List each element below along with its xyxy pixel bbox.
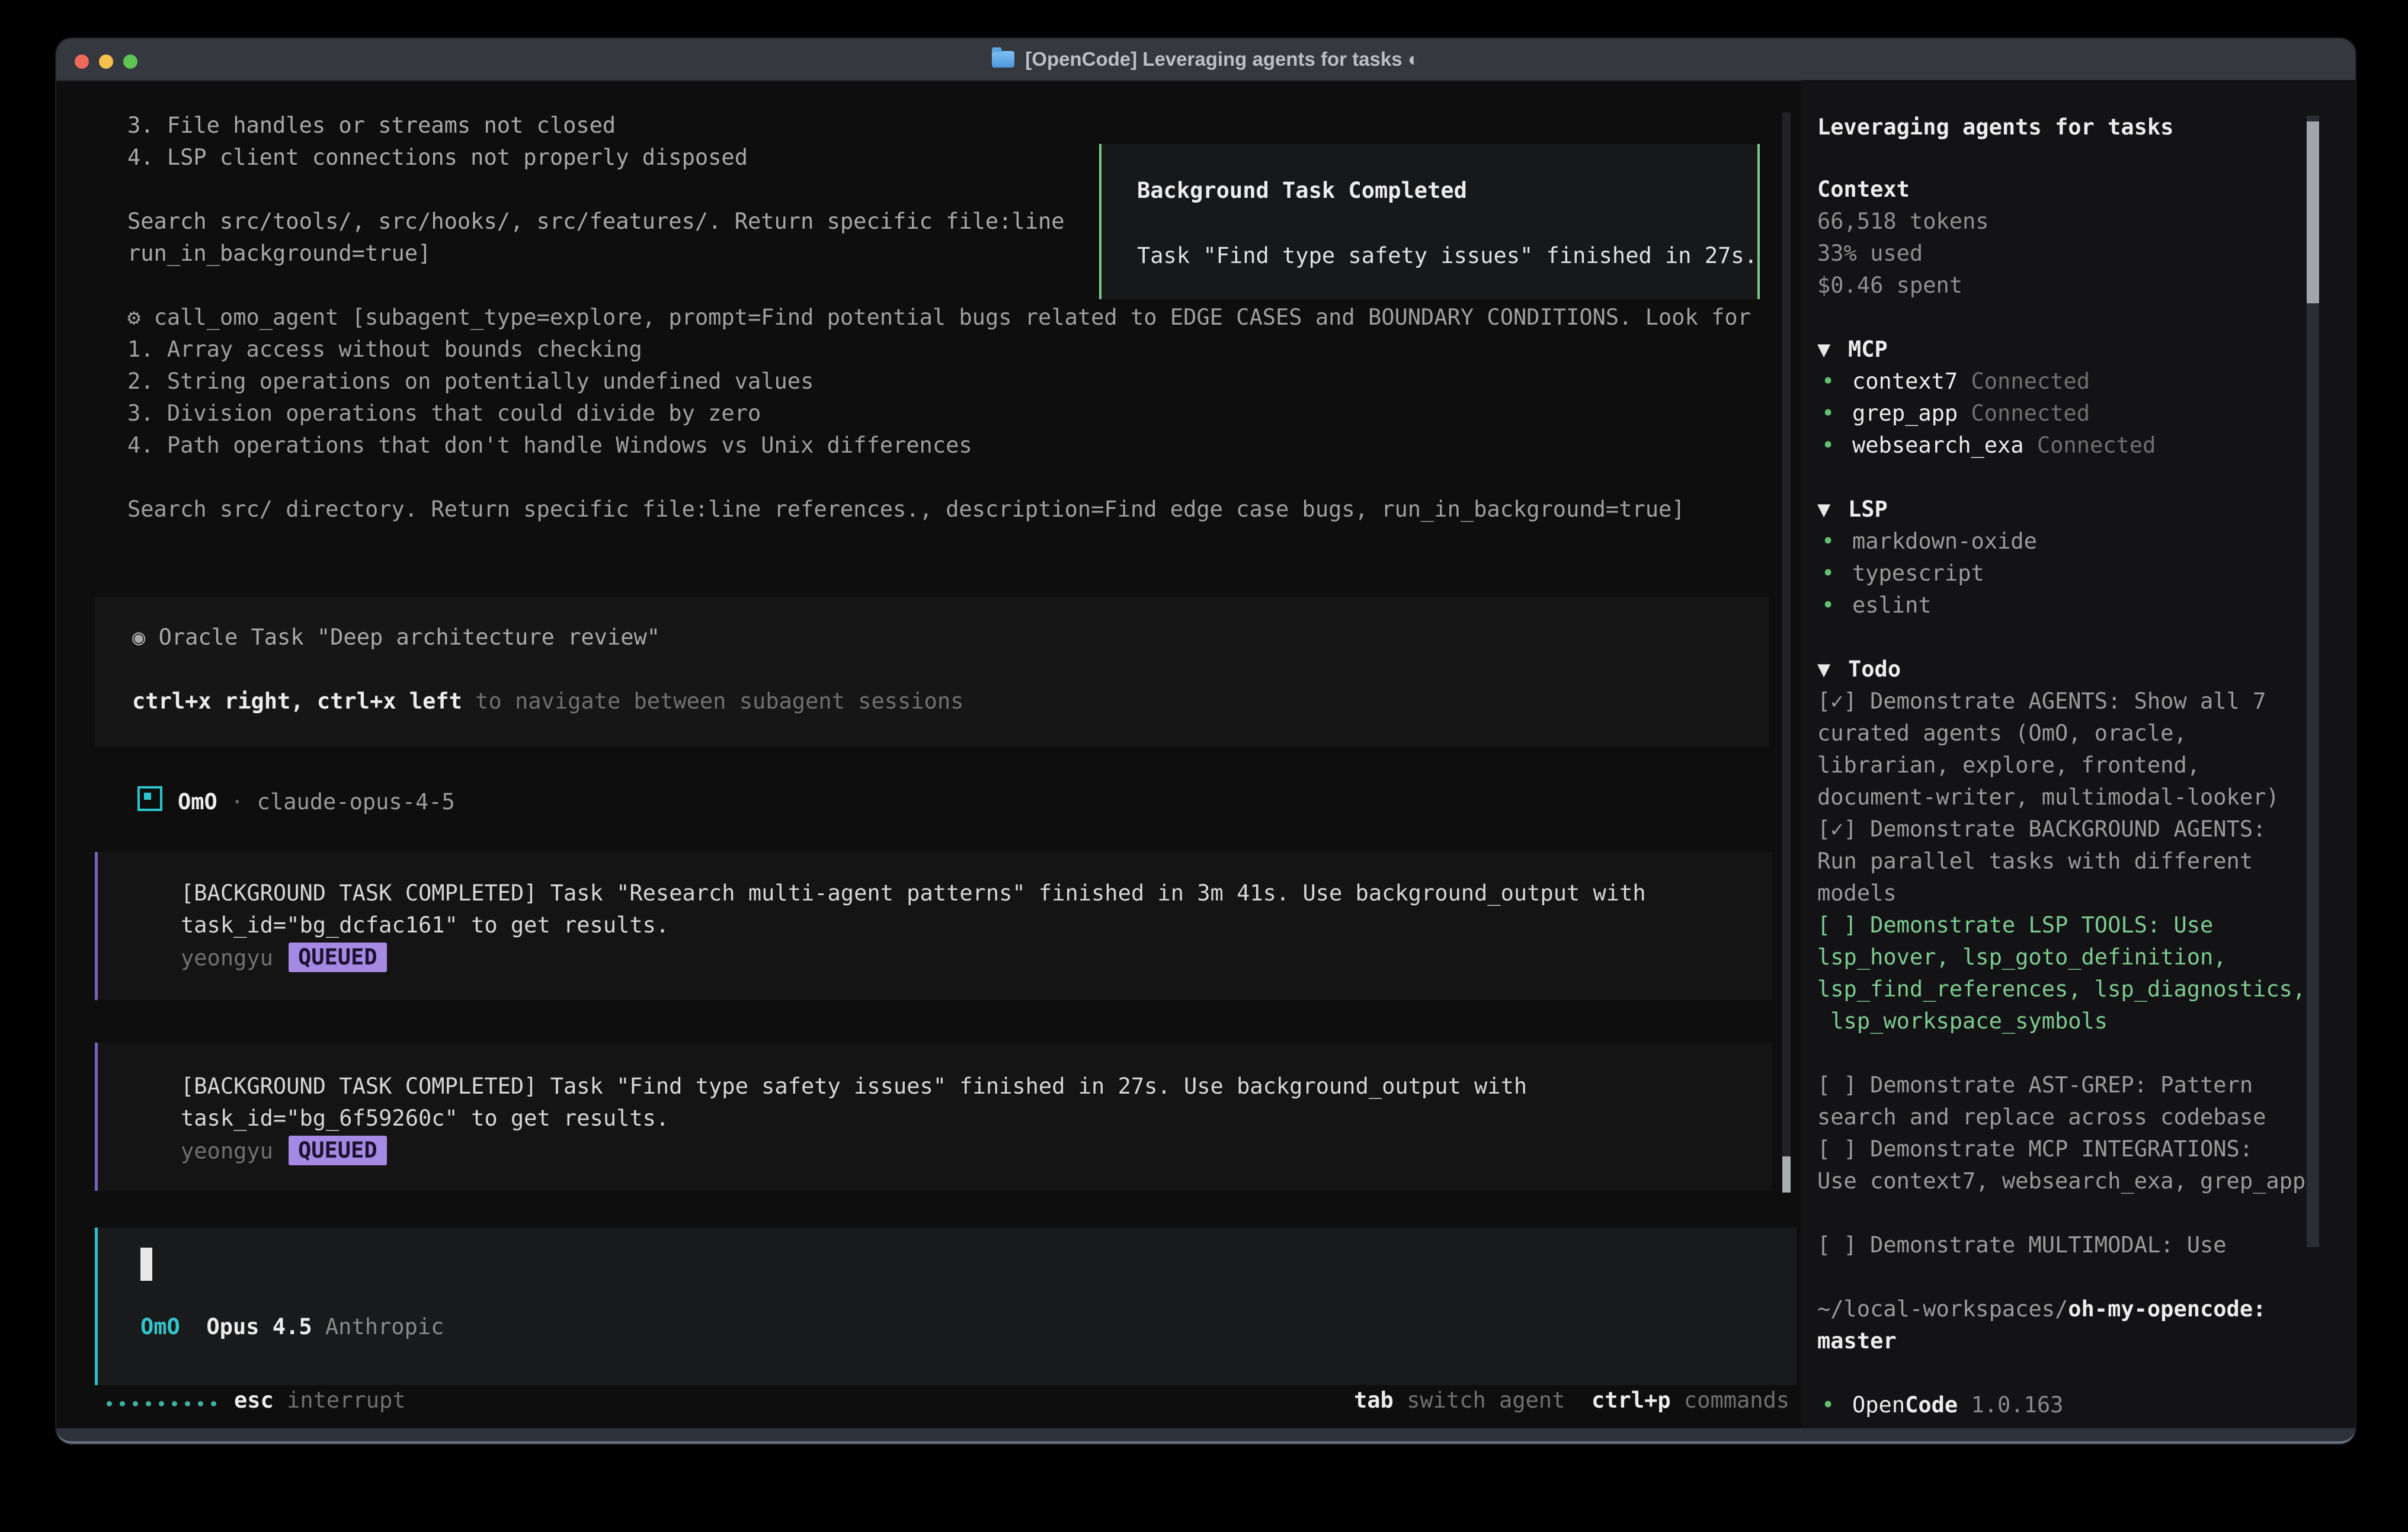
statusbar-left: esc interrupt — [234, 1387, 406, 1419]
background-task-notification: Background Task Completed Task "Find typ… — [1099, 144, 1760, 299]
task-message-line: task_id="bg_dcfac161" to get results. — [181, 912, 669, 944]
window-title-area: [OpenCode] Leveraging agents for tasks ◐ — [56, 39, 2355, 80]
task-meta-row: yeongyu QUEUED — [181, 1137, 387, 1169]
chevron-down-icon: ▼ — [1817, 496, 1848, 522]
todo-line-done: [✓] Demonstrate BACKGROUND AGENTS: — [1817, 816, 2266, 848]
mcp-section-header[interactable]: ▼MCP — [1817, 336, 1888, 368]
chat-scrollbar-track[interactable] — [1782, 113, 1791, 1193]
todo-line-done: Run parallel tasks with different — [1817, 848, 2253, 880]
workspace-path: ~/local-workspaces/oh-my-opencode: — [1817, 1296, 2266, 1328]
bullet-icon: • — [1821, 400, 1852, 426]
input-agent-name: OmO — [140, 1314, 180, 1339]
session-title: Leveraging agents for tasks — [1817, 114, 2173, 146]
context-tokens: 66,518 tokens — [1817, 209, 1989, 241]
agent-model: claude-opus-4-5 — [257, 789, 455, 815]
notification-title: Background Task Completed — [1137, 178, 1467, 210]
terminal-line: run_in_background=true] — [127, 241, 431, 273]
todo-line-pending: [ ] Demonstrate MULTIMODAL: Use — [1817, 1232, 2227, 1264]
tool-call-line: ⚙ call_omo_agent [subagent_type=explore,… — [127, 305, 1751, 336]
context-spent: $0.46 spent — [1817, 273, 1962, 305]
opencode-window: [OpenCode] Leveraging agents for tasks ◐… — [56, 39, 2355, 1444]
task-message-line: [BACKGROUND TASK COMPLETED] Task "Find t… — [181, 1073, 1527, 1105]
version-row: •OpenCode 1.0.163 — [1821, 1392, 2063, 1424]
todo-line-pending: Use context7, websearch_exa, grep_app — [1817, 1168, 2305, 1200]
sidebar-scrollbar-thumb[interactable] — [2307, 121, 2319, 303]
terminal-line: Search src/tools/, src/hooks/, src/featu… — [127, 209, 1065, 241]
todo-line-active: lsp_workspace_symbols — [1817, 1008, 2108, 1040]
todo-line-done: models — [1817, 880, 1897, 912]
lsp-item: •typescript — [1821, 560, 1984, 592]
bullet-icon: • — [1821, 368, 1852, 394]
mcp-item: •context7 Connected — [1821, 368, 2090, 400]
chevron-down-icon: ▼ — [1817, 336, 1848, 362]
todo-line-done: document-writer, multimodal-looker) — [1817, 784, 2279, 816]
task-meta-row: yeongyu QUEUED — [181, 944, 387, 976]
subagent-nav-hint: ctrl+x right, ctrl+x left to navigate be… — [132, 688, 963, 720]
version-number: 1.0.163 — [1971, 1392, 2064, 1418]
todo-section-header[interactable]: ▼Todo — [1817, 656, 1901, 688]
desktop: [OpenCode] Leveraging agents for tasks ◐… — [0, 0, 2408, 1532]
agent-name: OmO — [178, 789, 217, 815]
todo-line-active: lsp_find_references, lsp_diagnostics, — [1817, 976, 2305, 1008]
mcp-item: •websearch_exa Connected — [1821, 432, 2156, 464]
context-used: 33% used — [1817, 241, 1923, 273]
lsp-item: •eslint — [1821, 592, 1932, 624]
window-title: [OpenCode] Leveraging agents for tasks ◐ — [1025, 48, 1419, 70]
prompt-input[interactable]: OmO Opus 4.5 Anthropic — [95, 1227, 1797, 1385]
oracle-task-title: ◉ Oracle Task "Deep architecture review" — [132, 624, 660, 656]
bullet-icon: • — [1821, 560, 1852, 586]
gear-icon: ⚙ — [127, 305, 140, 330]
mcp-item: •grep_app Connected — [1821, 400, 2090, 432]
bullet-icon: • — [1821, 528, 1852, 554]
agent-row: OmO · claude-opus-4-5 — [137, 784, 455, 816]
notification-body: Task "Find type safety issues" finished … — [1137, 243, 1757, 275]
window-bottom-edge — [56, 1428, 2355, 1444]
oracle-task-card[interactable]: ◉ Oracle Task "Deep architecture review"… — [95, 597, 1769, 746]
chevron-down-icon: ▼ — [1817, 656, 1848, 682]
context-heading: Context — [1817, 177, 1910, 209]
terminal-line: 4. LSP client connections not properly d… — [127, 145, 748, 177]
todo-line-active: [ ] Demonstrate LSP TOOLS: Use — [1817, 912, 2213, 944]
bullet-icon: • — [1821, 432, 1852, 458]
chat-scrollbar-thumb[interactable] — [1782, 1156, 1791, 1193]
agent-icon — [137, 786, 162, 811]
workspace-branch: master — [1817, 1328, 1897, 1360]
text-cursor — [140, 1248, 152, 1281]
todo-line-pending: [ ] Demonstrate AST-GREP: Pattern — [1817, 1072, 2253, 1104]
todo-line-pending: search and replace across codebase — [1817, 1104, 2266, 1136]
input-provider: Anthropic — [325, 1314, 444, 1339]
task-user: yeongyu — [181, 946, 273, 971]
input-model-row: OmO Opus 4.5 Anthropic — [140, 1314, 444, 1346]
task-user: yeongyu — [181, 1139, 273, 1164]
background-task-card[interactable]: [BACKGROUND TASK COMPLETED] Task "Find t… — [95, 1043, 1772, 1191]
folder-icon — [992, 51, 1014, 68]
todo-line-done: librarian, explore, frontend, — [1817, 752, 2200, 784]
todo-line-done: curated agents (OmO, oracle, — [1817, 720, 2187, 752]
titlebar[interactable]: [OpenCode] Leveraging agents for tasks ◐ — [56, 39, 2355, 81]
lsp-item: •markdown-oxide — [1821, 528, 2037, 560]
tool-call-item: 4. Path operations that don't handle Win… — [127, 432, 972, 464]
task-message-line: [BACKGROUND TASK COMPLETED] Task "Resear… — [181, 880, 1646, 912]
input-model-name: Opus 4.5 — [206, 1314, 312, 1339]
tool-call-item: 1. Array access without bounds checking — [127, 336, 642, 368]
bullet-icon: • — [1821, 592, 1852, 618]
queued-badge: QUEUED — [289, 1136, 387, 1165]
lsp-section-header[interactable]: ▼LSP — [1817, 496, 1888, 528]
bullet-icon: • — [1821, 1392, 1852, 1418]
background-task-card[interactable]: [BACKGROUND TASK COMPLETED] Task "Resear… — [95, 852, 1772, 1000]
todo-line-active: lsp_hover, lsp_goto_definition, — [1817, 944, 2227, 976]
oracle-marker-icon: ◉ — [132, 624, 145, 650]
statusbar-right: tab switch agent ctrl+p commands — [1354, 1387, 1789, 1419]
tool-call-tail: Search src/ directory. Return specific f… — [127, 496, 1685, 528]
task-message-line: task_id="bg_6f59260c" to get results. — [181, 1105, 669, 1137]
queued-badge: QUEUED — [289, 943, 387, 972]
spinner-dots — [107, 1401, 216, 1406]
terminal-line: 3. File handles or streams not closed — [127, 113, 616, 145]
tool-call-item: 2. String operations on potentially unde… — [127, 368, 814, 400]
todo-line-pending: [ ] Demonstrate MCP INTEGRATIONS: — [1817, 1136, 2253, 1168]
tool-call-item: 3. Division operations that could divide… — [127, 400, 761, 432]
todo-line-done: [✓] Demonstrate AGENTS: Show all 7 — [1817, 688, 2266, 720]
